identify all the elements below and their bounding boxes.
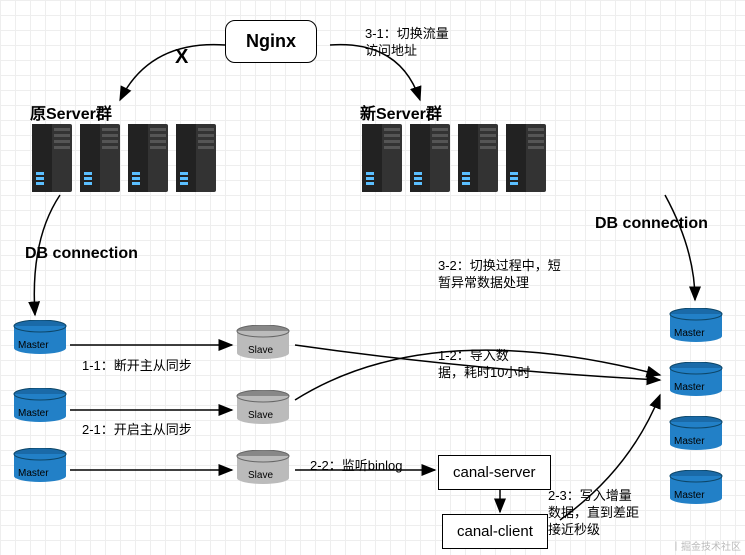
step-1-2-label: 1-2：导入数 据，耗时10小时 xyxy=(438,348,530,382)
old-server-1 xyxy=(30,122,72,192)
step-3-1-label: 3-1：切换流量 访问地址 xyxy=(365,26,449,60)
new-server-1 xyxy=(360,122,402,192)
canal-server-box: canal-server xyxy=(438,455,551,490)
step-1-1-label: 1-1：断开主从同步 xyxy=(82,358,192,375)
slave-db-1-label: Slave xyxy=(248,345,273,356)
old-server-2 xyxy=(78,122,120,192)
new-master-db-2-label: Master xyxy=(674,382,705,393)
new-master-db-3-label: Master xyxy=(674,436,705,447)
new-master-db-1-label: Master xyxy=(674,328,705,339)
new-server-3 xyxy=(456,122,498,192)
step-2-2-label: 2-2：监听binlog xyxy=(310,458,403,475)
nginx-node: Nginx xyxy=(225,20,317,63)
step-3-2-label: 3-2：切换过程中，短 暂异常数据处理 xyxy=(438,258,561,292)
x-mark: X xyxy=(175,46,188,69)
new-master-db-4-label: Master xyxy=(674,490,705,501)
old-cluster-title: 原Server群 xyxy=(30,100,112,124)
db-connection-right-label: DB connection xyxy=(595,215,708,233)
step-2-3-label: 2-3：写入增量 数据，直到差距 接近秒级 xyxy=(548,488,639,539)
step-2-1-label: 2-1：开启主从同步 xyxy=(82,422,192,439)
master-db-3-label: Master xyxy=(18,468,49,479)
new-server-4 xyxy=(504,122,546,192)
slave-db-2-label: Slave xyxy=(248,410,273,421)
new-server-2 xyxy=(408,122,450,192)
slave-db-3-label: Slave xyxy=(248,470,273,481)
master-db-1-label: Master xyxy=(18,340,49,351)
old-server-3 xyxy=(126,122,168,192)
canal-client-label: canal-client xyxy=(457,523,533,540)
canal-server-label: canal-server xyxy=(453,464,536,481)
canal-client-box: canal-client xyxy=(442,514,548,549)
nginx-label: Nginx xyxy=(246,31,296,51)
master-db-2-label: Master xyxy=(18,408,49,419)
watermark: 丨掘金技术社区 xyxy=(671,538,741,553)
db-connection-left-label: DB connection xyxy=(25,245,138,263)
old-server-4 xyxy=(174,122,216,192)
new-cluster-title: 新Server群 xyxy=(360,100,442,124)
